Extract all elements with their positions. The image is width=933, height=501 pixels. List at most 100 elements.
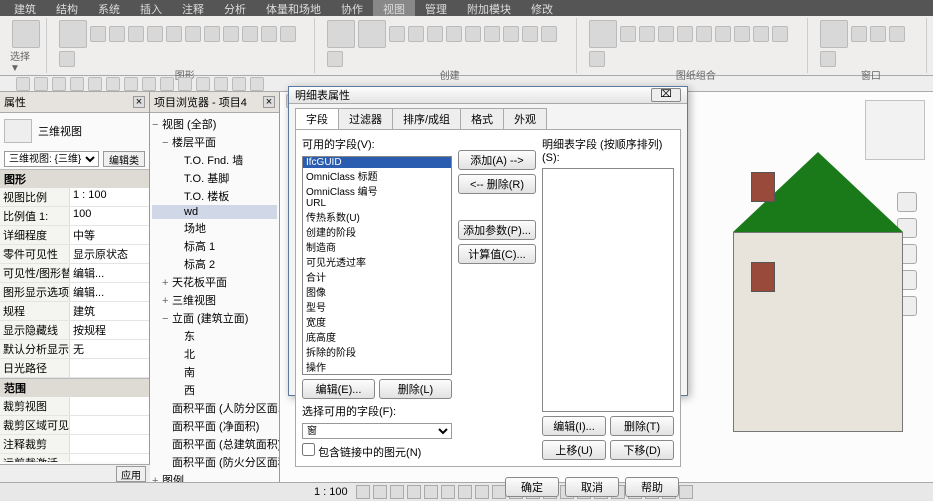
ribbon-button[interactable] <box>639 26 655 42</box>
ribbon-button[interactable] <box>677 26 693 42</box>
property-row[interactable]: 显示隐藏线按规程 <box>0 321 149 340</box>
menu-item[interactable]: 系统 <box>88 0 130 16</box>
property-row[interactable]: 裁剪视图 <box>0 397 149 416</box>
menu-item[interactable]: 管理 <box>415 0 457 16</box>
ribbon-button[interactable] <box>408 26 424 42</box>
apply-button[interactable]: 应用 <box>116 466 146 482</box>
ribbon-button[interactable] <box>427 26 443 42</box>
ribbon-button[interactable] <box>696 26 712 42</box>
tree-node[interactable]: 场地 <box>152 219 277 237</box>
ribbon-button[interactable] <box>503 26 519 42</box>
ribbon-button[interactable] <box>327 20 355 48</box>
ribbon-button[interactable] <box>59 20 87 48</box>
ribbon-button[interactable] <box>109 26 125 42</box>
ribbon-button[interactable] <box>358 20 386 48</box>
ribbon-button[interactable] <box>889 26 905 42</box>
menu-item[interactable]: 注释 <box>172 0 214 16</box>
qat-icon[interactable] <box>142 77 156 91</box>
tree-node[interactable]: T.O. 基脚 <box>152 169 277 187</box>
ribbon-button[interactable] <box>734 26 750 42</box>
qat-icon[interactable] <box>16 77 30 91</box>
menu-item[interactable]: 插入 <box>130 0 172 16</box>
list-item[interactable]: 合计 <box>303 269 451 284</box>
available-fields-list[interactable]: IfcGUIDOmniClass 标题OmniClass 编号URL传热系数(U… <box>302 156 452 375</box>
menu-item[interactable]: 附加模块 <box>457 0 521 16</box>
ribbon-button[interactable] <box>446 26 462 42</box>
tree-node[interactable]: 南 <box>152 363 277 381</box>
ribbon-button[interactable] <box>870 26 886 42</box>
tree-node[interactable]: 面积平面 (人防分区面... <box>152 399 277 417</box>
property-row[interactable]: 可见性/图形替换编辑... <box>0 264 149 283</box>
tree-node[interactable]: wd <box>152 205 277 219</box>
list-item[interactable]: IfcGUID <box>303 157 451 168</box>
property-row[interactable]: 日光路径 <box>0 359 149 378</box>
menu-item[interactable]: 结构 <box>46 0 88 16</box>
tree-node[interactable]: 面积平面 (总建筑面积) <box>152 435 277 453</box>
menu-item[interactable]: 体量和场地 <box>256 0 331 16</box>
tree-node[interactable]: 东 <box>152 327 277 345</box>
menu-item[interactable]: 协作 <box>331 0 373 16</box>
menu-item[interactable]: 视图 <box>373 0 415 16</box>
list-item[interactable]: 制造商 <box>303 239 451 254</box>
qat-icon[interactable] <box>250 77 264 91</box>
property-row[interactable]: 默认分析显示...无 <box>0 340 149 359</box>
ribbon-button[interactable] <box>851 26 867 42</box>
ribbon-button[interactable] <box>204 26 220 42</box>
move-up-button[interactable]: 上移(U) <box>542 440 606 460</box>
add-field-button[interactable]: 添加(A) --> <box>458 150 536 170</box>
property-row[interactable]: 视图比例1 : 100 <box>0 188 149 207</box>
dialog-tab[interactable]: 外观 <box>503 108 547 129</box>
remove-field-button[interactable]: <-- 删除(R) <box>458 174 536 194</box>
close-icon[interactable]: × <box>133 96 145 108</box>
calculated-value-button[interactable]: 计算值(C)... <box>458 244 536 264</box>
delete-sched-button[interactable]: 删除(T) <box>610 416 674 436</box>
tree-node[interactable]: 面积平面 (净面积) <box>152 417 277 435</box>
view-selector[interactable]: 三维视图: {三维} <box>4 151 99 167</box>
ribbon-button[interactable] <box>620 26 636 42</box>
ribbon-button[interactable] <box>327 51 343 67</box>
qat-icon[interactable] <box>124 77 138 91</box>
dialog-tab[interactable]: 过滤器 <box>338 108 393 129</box>
ribbon-button[interactable] <box>147 26 163 42</box>
list-item[interactable]: 操作 <box>303 359 451 374</box>
ribbon-button[interactable] <box>715 26 731 42</box>
tree-node[interactable]: T.O. Fnd. 墙 <box>152 151 277 169</box>
ribbon-button[interactable] <box>242 26 258 42</box>
tree-node[interactable]: 面积平面 (防火分区面积) <box>152 453 277 471</box>
menu-item[interactable]: 建筑 <box>4 0 46 16</box>
tree-node[interactable]: −立面 (建筑立面) <box>152 309 277 327</box>
qat-icon[interactable] <box>232 77 246 91</box>
edit-type-button[interactable]: 编辑类型 <box>103 151 145 167</box>
qat-icon[interactable] <box>196 77 210 91</box>
list-item[interactable]: OmniClass 编号 <box>303 183 451 198</box>
tree-node[interactable]: +图例 <box>152 471 277 482</box>
ribbon-button[interactable] <box>820 20 848 48</box>
ribbon-button[interactable] <box>465 26 481 42</box>
list-item[interactable]: 传热系数(U) <box>303 209 451 224</box>
tree-node[interactable]: 北 <box>152 345 277 363</box>
property-row[interactable]: 裁剪区域可见 <box>0 416 149 435</box>
list-item[interactable]: 底高度 <box>303 329 451 344</box>
qat-icon[interactable] <box>88 77 102 91</box>
property-row[interactable]: 零件可见性显示原状态 <box>0 245 149 264</box>
qat-icon[interactable] <box>106 77 120 91</box>
ok-button[interactable]: 确定 <box>505 477 559 497</box>
menu-item[interactable]: 分析 <box>214 0 256 16</box>
tree-node[interactable]: 标高 2 <box>152 255 277 273</box>
ribbon-button[interactable] <box>820 51 836 67</box>
ribbon-button[interactable] <box>12 20 40 48</box>
ribbon-button[interactable] <box>753 26 769 42</box>
ribbon-button[interactable] <box>484 26 500 42</box>
qat-icon[interactable] <box>70 77 84 91</box>
qat-icon[interactable] <box>214 77 228 91</box>
edit-sched-button[interactable]: 编辑(I)... <box>542 416 606 436</box>
list-item[interactable]: 宽度 <box>303 314 451 329</box>
tree-node[interactable]: 西 <box>152 381 277 399</box>
ribbon-button[interactable] <box>128 26 144 42</box>
dialog-tab[interactable]: 格式 <box>460 108 504 129</box>
property-row[interactable]: 注释裁剪 <box>0 435 149 454</box>
filter-fields-select[interactable]: 窗 <box>302 423 452 439</box>
ribbon-button[interactable] <box>658 26 674 42</box>
ribbon-button[interactable] <box>389 26 405 42</box>
close-icon[interactable]: × <box>263 96 275 108</box>
